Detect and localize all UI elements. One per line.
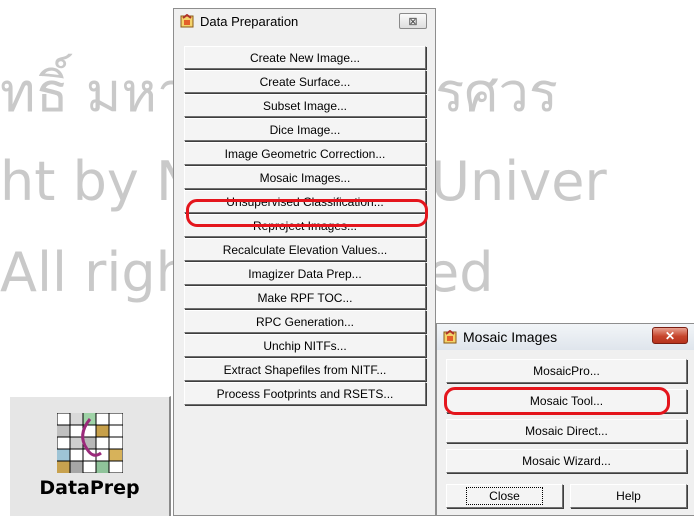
data-preparation-window: Data Preparation ⊠ Create New Image... C… [173, 8, 436, 516]
make-rpf-toc-button[interactable]: Make RPF TOC... [184, 286, 426, 309]
unchip-nitfs-button[interactable]: Unchip NITFs... [184, 334, 426, 357]
create-surface-button[interactable]: Create Surface... [184, 70, 426, 93]
close-button[interactable]: Close [446, 484, 563, 508]
app-icon [443, 330, 457, 344]
mosaic-images-window: Mosaic Images ✕ MosaicPro... Mosaic Tool… [436, 323, 694, 516]
mosaic-tool-button[interactable]: Mosaic Tool... [446, 389, 687, 413]
app-icon [180, 14, 194, 28]
mosaic-direct-button[interactable]: Mosaic Direct... [446, 419, 687, 443]
subset-image-button[interactable]: Subset Image... [184, 94, 426, 117]
process-footprints-button[interactable]: Process Footprints and RSETS... [184, 382, 426, 405]
rpc-generation-button[interactable]: RPC Generation... [184, 310, 426, 333]
imagizer-data-prep-button[interactable]: Imagizer Data Prep... [184, 262, 426, 285]
create-new-image-button[interactable]: Create New Image... [184, 46, 426, 69]
extract-shapefiles-button[interactable]: Extract Shapefiles from NITF... [184, 358, 426, 381]
dice-image-button[interactable]: Dice Image... [184, 118, 426, 141]
dataprep-grid-icon [57, 413, 123, 473]
launcher-label: DataPrep [39, 477, 140, 499]
mosaic-wizard-button[interactable]: Mosaic Wizard... [446, 449, 687, 473]
data-preparation-titlebar[interactable]: Data Preparation ⊠ [174, 9, 435, 33]
mosaic-images-titlebar[interactable]: Mosaic Images ✕ [437, 324, 694, 350]
mosaic-images-button[interactable]: Mosaic Images... [184, 166, 426, 189]
close-icon[interactable]: ⊠ [399, 13, 427, 29]
dataprep-launcher-button[interactable]: DataPrep [9, 396, 171, 516]
window-title: Data Preparation [200, 13, 299, 29]
window-title: Mosaic Images [463, 329, 558, 345]
close-icon[interactable]: ✕ [652, 327, 688, 344]
help-button[interactable]: Help [570, 484, 687, 508]
reproject-images-button[interactable]: Reproject Images... [184, 214, 426, 237]
close-button-label: Close [466, 487, 543, 505]
unsupervised-classification-button[interactable]: Unsupervised Classification... [184, 190, 426, 213]
mosaicpro-button[interactable]: MosaicPro... [446, 359, 687, 383]
image-geometric-correction-button[interactable]: Image Geometric Correction... [184, 142, 426, 165]
recalculate-elevation-values-button[interactable]: Recalculate Elevation Values... [184, 238, 426, 261]
